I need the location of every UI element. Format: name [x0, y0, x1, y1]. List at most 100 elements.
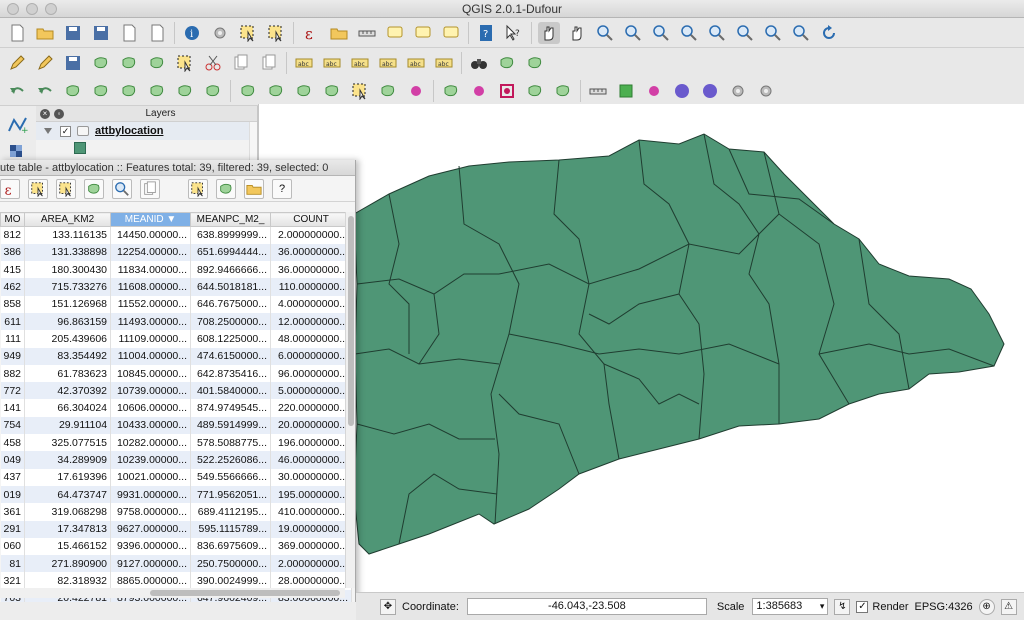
new-project-icon[interactable]	[6, 22, 28, 44]
table-row[interactable]: 611 96.863159 11493.00000... 708.2500000...…	[0, 312, 353, 331]
paste-icon[interactable]	[258, 52, 280, 74]
table-row[interactable]: 772 42.370392 10739.00000... 401.5840000...…	[0, 382, 353, 400]
table-cell[interactable]: 110.0000000...	[270, 278, 353, 296]
table-cell[interactable]: 415	[0, 261, 26, 279]
table-cell[interactable]: 5.000000000...	[270, 382, 353, 400]
table-cell[interactable]: 611	[0, 312, 26, 331]
table-cell[interactable]: 458	[0, 434, 26, 452]
rotate-label-icon[interactable]: abc	[405, 52, 427, 74]
table-cell[interactable]: 689.4112195...	[190, 503, 272, 521]
table-cell[interactable]: 474.6150000...	[190, 347, 272, 365]
table-cell[interactable]: 10606.00000...	[110, 399, 192, 417]
table-cell[interactable]: 11552.00000...	[110, 295, 192, 313]
table-cell[interactable]: 81	[0, 555, 26, 573]
table-cell[interactable]: 12.00000000...	[270, 312, 353, 331]
circle-icon[interactable]	[671, 80, 693, 102]
table-cell[interactable]: 11493.00000...	[110, 312, 192, 331]
line-icon[interactable]	[440, 80, 462, 102]
rotate-point-icon[interactable]	[405, 80, 427, 102]
table-cell[interactable]: 019	[0, 485, 26, 504]
table-cell[interactable]: 9931.000000...	[110, 485, 192, 504]
table-cell[interactable]: 64.473747	[24, 485, 112, 504]
table-row[interactable]: 291 17.347813 9627.000000... 595.1115789...…	[0, 520, 353, 538]
table-row[interactable]: 415 180.300430 11834.00000... 892.9466666..…	[0, 261, 353, 279]
table-row[interactable]: 111 205.439606 11109.00000... 608.1225000..…	[0, 330, 353, 348]
table-cell[interactable]: 4.000000000...	[270, 295, 353, 313]
table-cell[interactable]: 29.911104	[24, 416, 112, 435]
undo-icon[interactable]	[6, 80, 28, 102]
zoom-window-button[interactable]	[45, 3, 57, 15]
table-cell[interactable]: 892.9466666...	[190, 261, 272, 279]
zoom-full-icon[interactable]	[678, 22, 700, 44]
table-cell[interactable]: 11608.00000...	[110, 278, 192, 296]
table-cell[interactable]: 34.289909	[24, 451, 112, 469]
table-cell[interactable]: 638.8999999...	[190, 226, 272, 244]
table-cell[interactable]: 19.00000000...	[270, 520, 353, 538]
crs-button[interactable]: EPSG:4326	[914, 601, 972, 613]
table-cell[interactable]: 11004.00000...	[110, 347, 192, 365]
table-cell[interactable]: 48.00000000...	[270, 330, 353, 348]
table-cell[interactable]: 205.439606	[24, 330, 112, 348]
bookmark-icon[interactable]	[440, 22, 462, 44]
table-cell[interactable]: 20.00000000...	[270, 416, 353, 435]
label-icon[interactable]: abc	[293, 52, 315, 74]
table-cell[interactable]: 96.00000000...	[270, 364, 353, 383]
table-horizontal-scrollbar[interactable]	[0, 588, 345, 598]
column-header[interactable]: MEANID ▼	[110, 212, 192, 227]
table-cell[interactable]: 836.6975609...	[190, 537, 272, 556]
stop-render-icon[interactable]: ↯	[834, 598, 851, 615]
table-row[interactable]: 812 133.116135 14450.00000... 638.8999999..…	[0, 226, 353, 244]
georeferencer-icon[interactable]	[524, 52, 546, 74]
table-cell[interactable]: 386	[0, 243, 26, 262]
zoom-actual-icon[interactable]	[650, 22, 672, 44]
table-row[interactable]: 949 83.354492 11004.00000... 474.6150000...…	[0, 347, 353, 365]
zoom-to-layer-icon[interactable]	[734, 22, 756, 44]
table-cell[interactable]: 195.0000000...	[270, 485, 353, 504]
table-cell[interactable]: 11834.00000...	[110, 261, 192, 279]
expand-arrow-icon[interactable]	[44, 128, 52, 134]
table-row[interactable]: 458 325.077515 10282.00000... 578.5088775..…	[0, 434, 353, 452]
table-cell[interactable]: 11109.00000...	[110, 330, 192, 348]
split-features-icon[interactable]	[293, 80, 315, 102]
table-cell[interactable]: 10282.00000...	[110, 434, 192, 452]
table-cell[interactable]: 715.733276	[24, 278, 112, 296]
table-cell[interactable]: 36.00000000...	[270, 243, 353, 262]
table-row[interactable]: 141 66.304024 10606.00000... 874.9749545...…	[0, 399, 353, 417]
binoculars-icon[interactable]	[468, 52, 490, 74]
layer-visibility-checkbox[interactable]: ✓	[60, 125, 71, 137]
change-label-icon[interactable]: abc	[433, 52, 455, 74]
split-parts-icon[interactable]	[321, 80, 343, 102]
map-tips-icon[interactable]	[412, 22, 434, 44]
zoom-in-icon[interactable]	[594, 22, 616, 44]
table-cell[interactable]: 2.000000000...	[270, 555, 353, 573]
table-cell[interactable]: 66.304024	[24, 399, 112, 417]
table-cell[interactable]: 133.116135	[24, 226, 112, 244]
edits-icon[interactable]	[6, 52, 28, 74]
table-row[interactable]: 754 29.911104 10433.00000... 489.5914999...…	[0, 416, 353, 435]
composer-manager-icon[interactable]	[146, 22, 168, 44]
attr-copy-icon[interactable]	[140, 178, 160, 199]
add-ring-icon[interactable]	[90, 80, 112, 102]
table-cell[interactable]: 42.370392	[24, 382, 112, 400]
table-cell[interactable]: 882	[0, 364, 26, 383]
table-row[interactable]: 019 64.473747 9931.000000... 771.9562051...…	[0, 485, 353, 504]
table-row[interactable]: 049 34.289909 10239.00000... 522.2526086...…	[0, 451, 353, 469]
table-cell[interactable]: 595.1115789...	[190, 520, 272, 538]
move-feature-icon[interactable]	[118, 52, 140, 74]
simplify-icon[interactable]	[62, 80, 84, 102]
table-cell[interactable]: 9127.000000...	[110, 555, 192, 573]
copy-icon[interactable]	[230, 52, 252, 74]
table-cell[interactable]: 462	[0, 278, 26, 296]
render-checkbox[interactable]: ✓	[856, 600, 869, 613]
column-header[interactable]: AREA_KM2	[24, 212, 112, 227]
table-cell[interactable]: 180.300430	[24, 261, 112, 279]
node-icon[interactable]	[468, 80, 490, 102]
attr-zoom-to-selection-icon[interactable]	[112, 178, 132, 199]
close-panel-icon[interactable]: ×	[40, 108, 50, 119]
table-row[interactable]: 437 17.619396 10021.00000... 549.5566666...…	[0, 468, 353, 486]
table-cell[interactable]: 771.9562051...	[190, 485, 272, 504]
table-cell[interactable]: 9396.000000...	[110, 537, 192, 556]
save-edits-icon[interactable]	[62, 52, 84, 74]
scroll-thumb[interactable]	[348, 216, 354, 426]
table-row[interactable]: 361 319.068298 9758.000000... 689.4112195..…	[0, 503, 353, 521]
